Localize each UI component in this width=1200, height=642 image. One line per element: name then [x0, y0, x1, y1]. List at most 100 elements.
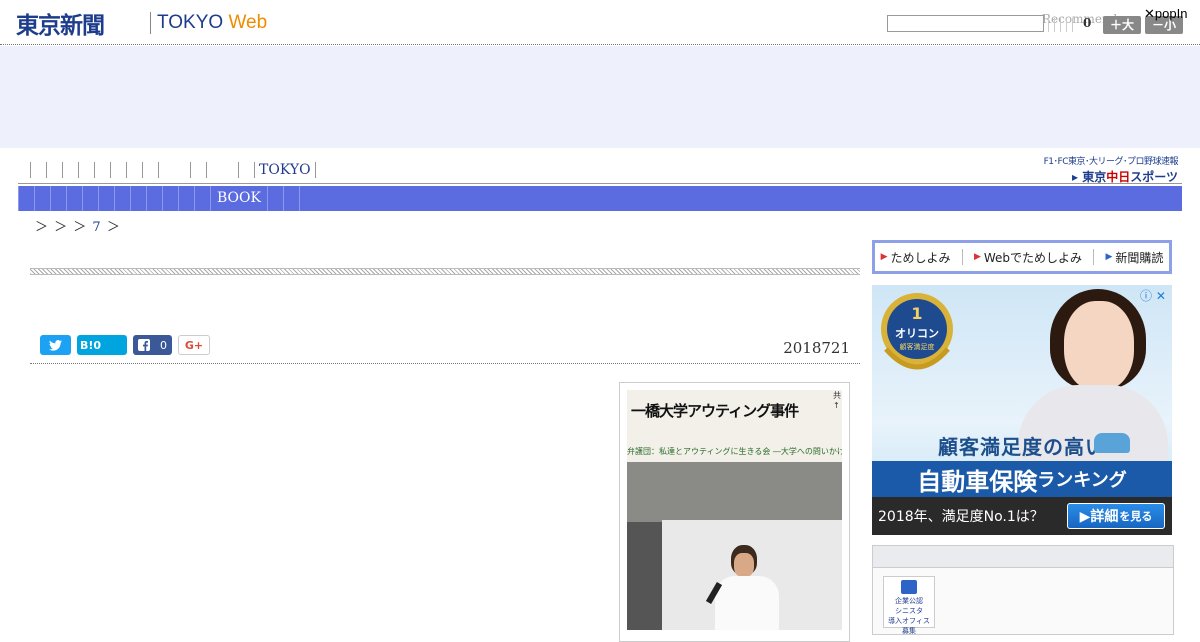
oricon-medal-icon: 1 オリコン 顧客満足度 — [881, 293, 953, 370]
facebook-share-button[interactable]: 0 — [133, 335, 172, 355]
photo-banner-text: 一橋大学アウティング事件 — [631, 402, 799, 420]
photo-speaker-body — [715, 576, 779, 630]
breadcrumb-suffix: ＞ — [106, 220, 120, 235]
ad-details-button[interactable]: ▶詳細 を見る — [1067, 503, 1165, 529]
nav-divider — [18, 183, 1182, 184]
divider — [1093, 249, 1095, 265]
sub-nav-item[interactable] — [46, 162, 62, 178]
ad-model-face — [1064, 301, 1134, 391]
tokyo-web-logo-main: TOKYO — [157, 12, 229, 33]
medal-rank: 1 — [911, 304, 922, 323]
photo-banner-corner: 共↑ — [833, 391, 841, 410]
sub-nav-item-tokyo[interactable]: TOKYO — [254, 162, 316, 178]
top-ad-banner[interactable] — [0, 46, 1200, 148]
sub-nav-item[interactable] — [142, 162, 158, 178]
badge-line: 企業公認 — [895, 597, 923, 605]
badge-line: 導入オフィス — [888, 617, 930, 625]
sub-nav-item[interactable] — [110, 162, 126, 178]
sub-nav: TOKYO — [30, 161, 316, 179]
chunichi-logo-prefix: ▸ 東京 — [1072, 170, 1107, 184]
arrow-right-icon: ▶ — [880, 252, 888, 262]
main-nav-item[interactable] — [146, 186, 162, 211]
article-date: 2018721 — [783, 339, 850, 357]
divider — [961, 249, 963, 265]
sidebar-box-header — [873, 546, 1173, 568]
main-nav-item[interactable] — [162, 186, 178, 211]
badge-logo-icon — [901, 580, 917, 594]
main-nav-item[interactable] — [268, 186, 284, 211]
recommend-count: 0 — [1083, 16, 1092, 30]
site-header: 東京新聞 TOKYO Web Recommend 0 ＋大 －小 ✕popIn — [0, 0, 1200, 45]
tokyo-web-logo-web: Web — [228, 12, 268, 33]
popin-close-button[interactable]: ✕popIn — [1144, 7, 1187, 21]
twitter-share-button[interactable] — [40, 335, 71, 355]
sidebar-box: 企業公認 シニスタ 導入オフィス 募集 — [872, 545, 1174, 635]
ad-title-small: ランキング — [1037, 470, 1127, 491]
main-nav-item[interactable] — [284, 186, 300, 211]
main-nav-item[interactable] — [114, 186, 130, 211]
photo-wall — [627, 462, 842, 522]
breadcrumb-prefix: ＞ ＞ ＞ — [35, 220, 87, 235]
sub-nav-item[interactable] — [126, 162, 142, 178]
main-nav-item-book[interactable]: BOOK — [210, 186, 268, 211]
main-nav-item[interactable] — [50, 186, 66, 211]
subscribe-link[interactable]: ▶ 新聞購読 — [1105, 249, 1163, 266]
chunichi-logo-suffix: スポーツ — [1130, 170, 1178, 184]
arrow-right-icon: ▶ — [1105, 252, 1113, 262]
photo-banner-subtext: 弁護団：私達とアウティングに生きる会 ―大学への問いかけ― — [627, 447, 842, 456]
ad-choices-icon[interactable]: ⓘ ✕ — [1140, 287, 1166, 304]
main-nav-item[interactable] — [98, 186, 114, 211]
sub-nav-item[interactable] — [62, 162, 78, 178]
font-large-button[interactable]: ＋大 — [1103, 16, 1141, 34]
ad-cta-small: を見る — [1119, 510, 1153, 523]
subscribe-label: 新聞購読 — [1115, 250, 1164, 265]
article-title-rule — [30, 268, 860, 275]
main-nav-item[interactable] — [34, 186, 50, 211]
sub-nav-item[interactable] — [94, 162, 110, 178]
badge-line: 募集 — [902, 627, 916, 635]
sub-nav-item[interactable] — [238, 162, 254, 178]
car-icon — [1094, 433, 1130, 453]
chunichi-tagline: F1･FC東京･大リーグ･プロ野球速報 — [1043, 157, 1179, 167]
main-nav-item[interactable] — [66, 186, 82, 211]
recommend-ticks — [1048, 17, 1078, 32]
medal-sub: 顧客満足度 — [900, 342, 935, 351]
breadcrumb-link[interactable]: 7 — [92, 220, 100, 235]
facebook-count: 0 — [160, 338, 167, 352]
google-plus-share-button[interactable]: G+ — [178, 335, 210, 355]
tokyo-web-logo[interactable]: TOKYO Web — [157, 12, 267, 34]
tokyo-chunichi-sports-link[interactable]: F1･FC東京･大リーグ･プロ野球速報 ▸ 東京中日スポーツ — [1026, 154, 1179, 185]
subscription-links-bar: ▶ ためしよみ ▶ Webでためしよみ ▶ 新聞購読 — [872, 240, 1172, 274]
main-nav-item[interactable] — [130, 186, 146, 211]
sub-nav-item[interactable] — [190, 162, 206, 178]
medal-brand: オリコン — [895, 327, 939, 340]
main-nav-item[interactable] — [18, 186, 34, 211]
sub-nav-item[interactable] — [78, 162, 94, 178]
main-nav-item[interactable] — [82, 186, 98, 211]
main-nav-item[interactable] — [178, 186, 194, 211]
insurance-ad[interactable]: ⓘ ✕ 1 オリコン 顧客満足度 顧客満足度の高い 自動車保険 ランキング 201… — [872, 285, 1172, 535]
article-photo[interactable]: 一橋大学アウティング事件 弁護団：私達とアウティングに生きる会 ―大学への問いか… — [627, 390, 842, 630]
chunichi-logo-red: 中日 — [1106, 170, 1131, 184]
web-tameshi-yomi-link[interactable]: ▶ Webでためしよみ — [974, 249, 1082, 266]
tameshi-yomi-link[interactable]: ▶ ためしよみ — [881, 249, 951, 266]
article-meta-rule — [30, 363, 860, 364]
ad-title-main: 自動車保険 — [917, 467, 1038, 496]
sub-nav-item[interactable] — [30, 162, 46, 178]
tokyo-shimbun-logo[interactable]: 東京新聞 — [16, 6, 105, 40]
sub-nav-item[interactable] — [206, 162, 238, 178]
web-tameshi-yomi-label: Webでためしよみ — [983, 250, 1083, 265]
tameshi-yomi-label: ためしよみ — [890, 250, 951, 265]
sub-nav-item[interactable] — [158, 162, 190, 178]
facebook-icon — [138, 339, 150, 351]
photo-speaker-face — [734, 553, 754, 577]
logo-divider — [150, 12, 151, 34]
search-input[interactable] — [887, 15, 1044, 32]
breadcrumb: ＞ ＞ ＞ 7 ＞ — [35, 216, 120, 235]
main-nav-item[interactable] — [194, 186, 210, 211]
hatena-bookmark-button[interactable]: B!0 — [77, 335, 127, 355]
main-nav: BOOK — [18, 186, 1182, 211]
badge-line: シニスタ — [895, 607, 923, 615]
sidebar-badge[interactable]: 企業公認 シニスタ 導入オフィス 募集 — [883, 576, 935, 635]
ad-title: 自動車保険 ランキング — [872, 461, 1172, 497]
